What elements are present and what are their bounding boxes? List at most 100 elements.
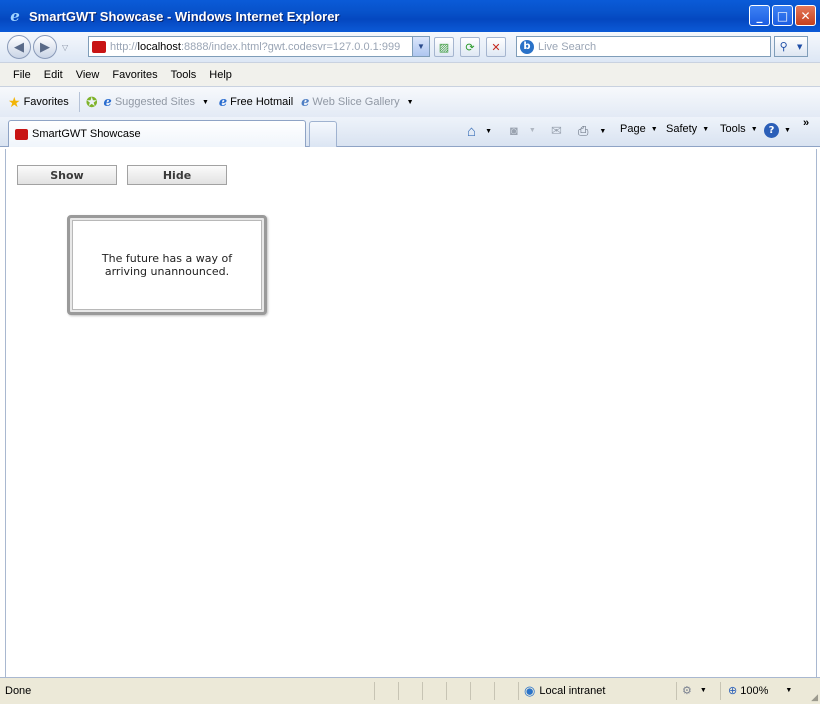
stop-button[interactable]: ✕ bbox=[486, 37, 506, 57]
tools-menu-button[interactable]: Tools ▼ bbox=[720, 123, 758, 135]
home-button[interactable]: ⌂ ▼ bbox=[467, 123, 492, 140]
address-rest: :8888/index.html?gwt.codesvr=127.0.0.1:9… bbox=[180, 40, 401, 53]
zoom-level: 100% bbox=[740, 684, 769, 697]
toolbar-overflow-button[interactable]: » bbox=[803, 117, 809, 129]
search-options-icon[interactable]: ▼ bbox=[797, 43, 802, 51]
status-divider bbox=[494, 682, 495, 700]
address-dropdown-icon[interactable]: ▼ bbox=[412, 37, 429, 56]
status-divider bbox=[720, 682, 721, 700]
print-button[interactable]: ⎙ ▼ bbox=[578, 123, 606, 139]
message-card: The future has a way of arriving unannou… bbox=[67, 215, 267, 315]
hide-button[interactable]: Hide bbox=[127, 165, 227, 185]
status-divider bbox=[398, 682, 399, 700]
zoom-button[interactable]: ⊕ 100% ▼ bbox=[728, 684, 792, 698]
forward-button[interactable]: ▶ bbox=[33, 35, 57, 59]
mail-icon: ✉ bbox=[551, 123, 562, 138]
menu-tools[interactable]: Tools bbox=[165, 69, 203, 81]
menu-view[interactable]: View bbox=[70, 69, 106, 81]
compatibility-view-button[interactable]: ▨ bbox=[434, 37, 454, 57]
ie-page-icon: e bbox=[218, 94, 228, 110]
help-button[interactable]: ? ▼ bbox=[764, 123, 791, 138]
chevron-down-icon[interactable]: ▼ bbox=[529, 127, 536, 134]
page-menu-button[interactable]: Page ▼ bbox=[620, 123, 658, 135]
favorites-label: Favorites bbox=[23, 96, 69, 108]
address-bar[interactable]: http://localhost:8888/index.html?gwt.cod… bbox=[88, 36, 430, 57]
site-favicon-icon bbox=[92, 40, 106, 53]
search-button[interactable]: ⚲ ▼ bbox=[774, 36, 808, 57]
forward-arrow-icon: ▶ bbox=[40, 39, 50, 55]
zone-label: Local intranet bbox=[539, 685, 606, 697]
favorites-bar: ★ Favorites ✪ e Suggested Sites ▼ e Free… bbox=[0, 87, 820, 117]
window-title: SmartGWT Showcase - Windows Internet Exp… bbox=[29, 8, 340, 24]
rss-feed-icon: ◙ bbox=[510, 123, 518, 138]
tab-label: SmartGWT Showcase bbox=[32, 128, 141, 140]
new-tab-button[interactable] bbox=[309, 121, 337, 147]
tools-menu-label: Tools bbox=[720, 123, 746, 135]
feeds-button[interactable]: ◙ ▼ bbox=[510, 123, 536, 138]
printer-icon: ⎙ bbox=[578, 123, 589, 138]
resize-grip-icon[interactable]: ◢ bbox=[811, 692, 818, 703]
status-text: Done bbox=[5, 685, 32, 697]
back-arrow-icon: ◀ bbox=[14, 39, 24, 55]
web-slice-gallery-label: Web Slice Gallery bbox=[312, 96, 400, 108]
address-prefix: http:// bbox=[110, 40, 138, 53]
zoom-icon: ⊕ bbox=[728, 685, 738, 697]
ie-logo-icon: e bbox=[10, 7, 20, 25]
page-menu-label: Page bbox=[620, 123, 646, 135]
status-divider bbox=[374, 682, 375, 700]
status-divider bbox=[446, 682, 447, 700]
chevron-down-icon[interactable]: ▼ bbox=[700, 687, 707, 694]
globe-icon: ◉ bbox=[524, 683, 536, 698]
show-button[interactable]: Show bbox=[17, 165, 117, 185]
site-favicon-icon bbox=[15, 128, 28, 140]
status-bar: Done ◉ Local intranet ⚙ ▼ ⊕ 100% ▼ ◢ bbox=[0, 677, 820, 704]
history-dropdown-icon[interactable]: ▽ bbox=[62, 43, 68, 52]
tab-row: SmartGWT Showcase ⌂ ▼ ◙ ▼ ✉ ⎙ ▼ Page ▼ S… bbox=[0, 117, 820, 147]
tab-smartgwt-showcase[interactable]: SmartGWT Showcase bbox=[8, 120, 306, 147]
protected-mode-button[interactable]: ⚙ ▼ bbox=[682, 684, 707, 697]
suggested-sites-label: Suggested Sites bbox=[114, 96, 195, 108]
ie-page-icon: e bbox=[301, 94, 310, 110]
add-to-favorites-bar-button[interactable]: ✪ bbox=[86, 94, 98, 111]
chevron-down-icon[interactable]: ▼ bbox=[407, 99, 414, 106]
ie-page-icon: e bbox=[103, 94, 112, 110]
favorites-star-icon: ★ bbox=[8, 93, 21, 110]
back-button[interactable]: ◀ bbox=[7, 35, 31, 59]
chevron-down-icon[interactable]: ▼ bbox=[485, 128, 492, 135]
safety-menu-button[interactable]: Safety ▼ bbox=[666, 123, 709, 135]
suggested-sites-link[interactable]: e Suggested Sites ▼ bbox=[104, 95, 209, 110]
free-hotmail-link[interactable]: e Free Hotmail bbox=[219, 95, 293, 110]
compatibility-icon: ▨ bbox=[438, 40, 450, 54]
menu-favorites[interactable]: Favorites bbox=[106, 69, 163, 81]
refresh-button[interactable]: ⟳ bbox=[460, 37, 480, 57]
menu-file[interactable]: File bbox=[7, 69, 37, 81]
stop-icon: ✕ bbox=[491, 40, 501, 54]
web-slice-gallery-link[interactable]: e Web Slice Gallery ▼ bbox=[301, 95, 413, 110]
title-bar: e SmartGWT Showcase - Windows Internet E… bbox=[0, 0, 820, 32]
chevron-down-icon: ▼ bbox=[650, 125, 658, 133]
security-zone[interactable]: ◉ Local intranet bbox=[524, 683, 605, 699]
status-divider bbox=[470, 682, 471, 700]
card-text: The future has a way of arriving unannou… bbox=[101, 252, 233, 278]
chevron-down-icon[interactable]: ▼ bbox=[202, 99, 209, 106]
minimize-button[interactable]: _ bbox=[749, 5, 770, 26]
favorites-button[interactable]: ★ Favorites bbox=[8, 94, 69, 111]
search-icon: ⚲ bbox=[779, 40, 788, 53]
chevron-down-icon[interactable]: ▼ bbox=[785, 687, 792, 694]
menu-help[interactable]: Help bbox=[203, 69, 238, 81]
favorites-separator bbox=[78, 92, 80, 112]
menu-edit[interactable]: Edit bbox=[38, 69, 69, 81]
search-placeholder: Live Search bbox=[538, 40, 597, 53]
chevron-down-icon: ▼ bbox=[750, 125, 758, 133]
chevron-down-icon[interactable]: ▼ bbox=[599, 128, 606, 135]
close-window-button[interactable]: ✕ bbox=[795, 5, 816, 26]
maximize-button[interactable]: □ bbox=[772, 5, 793, 26]
status-divider bbox=[422, 682, 423, 700]
read-mail-button[interactable]: ✉ bbox=[551, 123, 562, 139]
status-divider bbox=[676, 682, 677, 700]
address-toolbar: ◀ ▶ ▽ http://localhost:8888/index.html?g… bbox=[0, 32, 820, 62]
search-input[interactable]: b Live Search bbox=[516, 36, 771, 57]
chevron-down-icon[interactable]: ▼ bbox=[784, 127, 791, 134]
help-icon: ? bbox=[764, 123, 779, 138]
live-search-logo-icon: b bbox=[520, 39, 534, 54]
